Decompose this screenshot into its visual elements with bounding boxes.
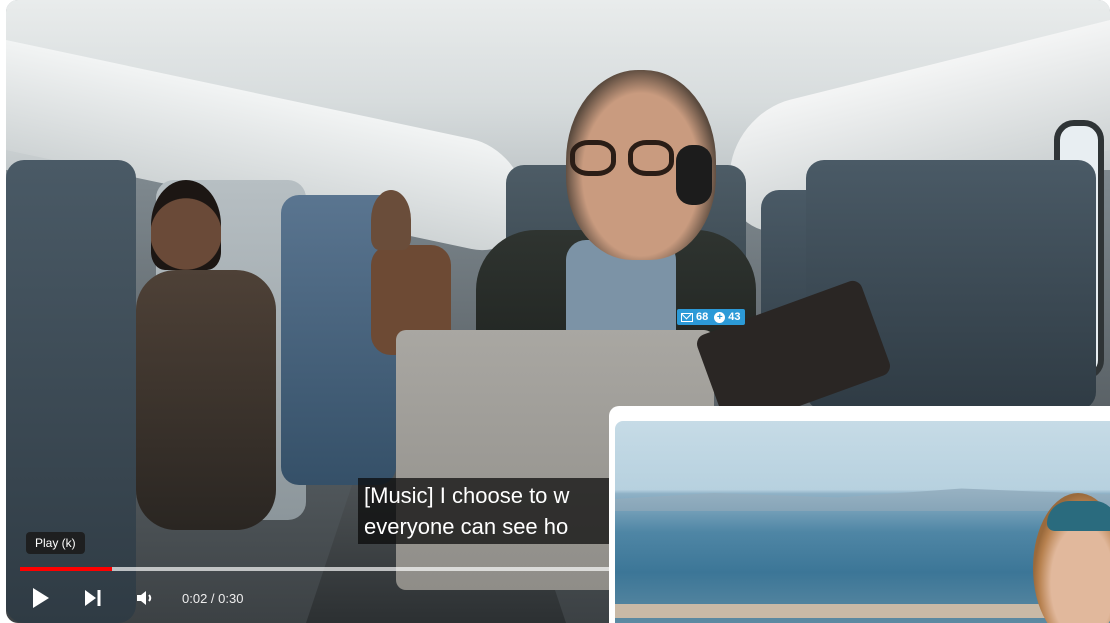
play-icon [33, 588, 49, 608]
time-display: 0:02 / 0:30 [182, 591, 243, 606]
scene-person-back-head [371, 190, 411, 250]
plus-count: 43 [728, 311, 741, 323]
mail-count: 68 [696, 311, 709, 323]
notification-badge[interactable]: 68 + 43 [677, 309, 745, 325]
plus-icon: + [714, 311, 726, 323]
current-time: 0:02 [182, 590, 208, 606]
volume-button[interactable] [130, 583, 160, 613]
scene-headband [1047, 501, 1110, 531]
caption-line: [Music] I choose to w [364, 483, 570, 508]
scene-glasses [566, 140, 686, 180]
total-time: 0:30 [218, 590, 244, 606]
play-tooltip: Play (k) [26, 532, 85, 554]
play-button[interactable] [26, 583, 56, 613]
mini-player[interactable] [609, 406, 1110, 623]
next-icon [85, 590, 101, 606]
time-separator: / [207, 590, 219, 606]
scene-person-woman-head [151, 180, 221, 270]
progress-played [20, 567, 112, 571]
mini-player-video[interactable] [615, 421, 1110, 623]
player-controls: 0:02 / 0:30 [26, 583, 243, 613]
mail-icon [681, 312, 693, 322]
scene-headset [676, 145, 712, 205]
scene-person-woman [136, 270, 276, 530]
next-button[interactable] [78, 583, 108, 613]
caption-line: everyone can see ho [364, 514, 569, 539]
scene-hills [615, 488, 1110, 511]
scene-railing [615, 604, 1110, 618]
captions-panel: [Music] I choose to w everyone can see h… [358, 478, 628, 544]
volume-icon [137, 591, 152, 605]
